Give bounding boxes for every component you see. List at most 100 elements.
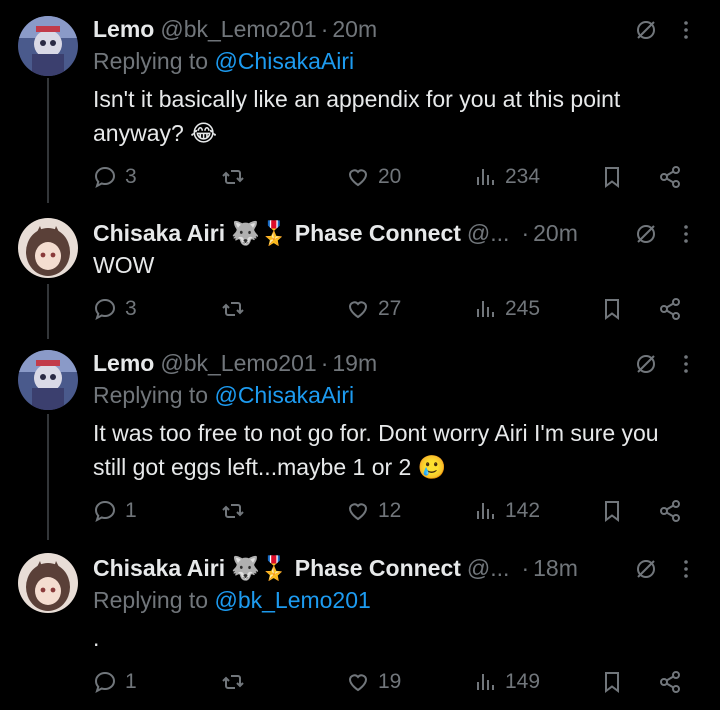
display-name[interactable]: Lemo — [93, 350, 154, 377]
bookmark-button[interactable] — [600, 294, 624, 324]
replying-label: Replying to — [93, 587, 209, 613]
user-handle[interactable]: @... — [467, 220, 510, 247]
more-icon[interactable] — [674, 352, 698, 376]
retweet-button[interactable] — [221, 162, 253, 192]
like-count: 20 — [378, 165, 402, 188]
lemo-avatar-image — [18, 16, 78, 76]
separator-dot: · — [521, 554, 530, 581]
thread-line — [47, 284, 49, 339]
name-badges: 🐺🎖️ Phase Connect — [231, 554, 461, 581]
views-icon — [477, 503, 494, 519]
user-handle[interactable]: @bk_Lemo201 — [160, 350, 316, 377]
reply-count: 1 — [125, 499, 137, 522]
like-button[interactable]: 19 — [346, 667, 401, 697]
share-icon — [660, 671, 680, 693]
timeline: Lemo @bk_Lemo201 · 20m Replying to @Chis… — [0, 0, 720, 710]
chisaka-airi-avatar-image — [18, 218, 78, 278]
reply-icon — [94, 166, 116, 189]
reply-count: 3 — [125, 165, 137, 188]
separator-dot: · — [320, 349, 329, 376]
share-button[interactable] — [658, 162, 682, 192]
tweet-header: Chisaka Airi 🐺🎖️ Phase Connect @... · 18… — [93, 553, 710, 583]
lemo-avatar-image — [18, 350, 78, 410]
tweet-header: Lemo @bk_Lemo201 · 20m — [93, 14, 710, 44]
mention-link[interactable]: @ChisakaAiri — [214, 382, 354, 408]
avatar[interactable] — [18, 350, 78, 410]
grok-icon[interactable] — [634, 222, 658, 246]
reply-button[interactable]: 1 — [93, 667, 137, 697]
views-button[interactable]: 149 — [473, 667, 540, 697]
like-icon — [348, 674, 368, 692]
grok-icon[interactable] — [634, 557, 658, 581]
view-count: 142 — [505, 499, 541, 522]
separator-dot: · — [320, 15, 329, 42]
replying-to: Replying to @ChisakaAiri — [93, 48, 354, 75]
like-count: 12 — [378, 499, 402, 522]
action-bar: 1 19 149 — [93, 667, 720, 697]
mention-link[interactable]: @bk_Lemo201 — [214, 587, 370, 613]
retweet-button[interactable] — [221, 667, 253, 697]
more-icon[interactable] — [674, 222, 698, 246]
like-button[interactable]: 27 — [346, 294, 401, 324]
like-count: 19 — [378, 670, 402, 693]
action-bar: 1 12 142 — [93, 496, 720, 526]
bookmark-button[interactable] — [600, 496, 624, 526]
views-button[interactable]: 245 — [473, 294, 540, 324]
retweet-icon — [222, 504, 244, 518]
views-button[interactable]: 142 — [473, 496, 540, 526]
display-name[interactable]: Chisaka Airi — [93, 555, 225, 582]
reply-icon — [94, 500, 116, 523]
bookmark-button[interactable] — [600, 667, 624, 697]
reply-icon — [94, 298, 116, 321]
views-button[interactable]: 234 — [473, 162, 540, 192]
mention-link[interactable]: @ChisakaAiri — [214, 48, 354, 74]
avatar[interactable] — [18, 16, 78, 76]
user-handle[interactable]: @... — [467, 555, 510, 582]
bookmark-icon — [605, 672, 619, 693]
avatar[interactable] — [18, 553, 78, 613]
more-icon[interactable] — [674, 18, 698, 42]
tweet-text: . — [93, 625, 100, 651]
share-button[interactable] — [658, 294, 682, 324]
grok-icon[interactable] — [634, 352, 658, 376]
display-name[interactable]: Lemo — [93, 16, 154, 43]
reply-button[interactable]: 3 — [93, 294, 137, 324]
reply-icon — [94, 671, 116, 694]
views-icon — [477, 674, 494, 690]
action-bar: 3 27 245 — [93, 294, 720, 324]
chisaka-airi-avatar-image — [18, 553, 78, 613]
thread-line — [47, 414, 49, 540]
tweet-header: Lemo @bk_Lemo201 · 19m — [93, 348, 710, 378]
reply-button[interactable]: 1 — [93, 496, 137, 526]
share-button[interactable] — [658, 667, 682, 697]
bookmark-button[interactable] — [600, 162, 624, 192]
like-icon — [348, 503, 368, 521]
timestamp[interactable]: 20m — [533, 220, 578, 247]
grok-icon[interactable] — [634, 18, 658, 42]
retweet-icon — [222, 170, 244, 184]
replying-to: Replying to @bk_Lemo201 — [93, 587, 371, 614]
bookmark-icon — [605, 299, 619, 320]
user-handle[interactable]: @bk_Lemo201 — [160, 16, 316, 43]
display-name[interactable]: Chisaka Airi — [93, 220, 225, 247]
like-button[interactable]: 20 — [346, 162, 401, 192]
name-badges: 🐺🎖️ Phase Connect — [231, 219, 461, 246]
tweet-text: It was too free to not go for. Dont worr… — [93, 420, 659, 480]
retweet-icon — [222, 675, 244, 689]
retweet-button[interactable] — [221, 496, 253, 526]
tweet-text: Isn't it basically like an appendix for … — [93, 86, 621, 146]
reply-count: 3 — [125, 297, 137, 320]
retweet-icon — [222, 302, 244, 316]
retweet-button[interactable] — [221, 294, 253, 324]
timestamp[interactable]: 20m — [332, 16, 377, 43]
avatar[interactable] — [18, 218, 78, 278]
tweet-header: Chisaka Airi 🐺🎖️ Phase Connect @... · 20… — [93, 218, 710, 248]
timestamp[interactable]: 18m — [533, 555, 578, 582]
like-button[interactable]: 12 — [346, 496, 401, 526]
timestamp[interactable]: 19m — [332, 350, 377, 377]
like-icon — [348, 169, 368, 187]
more-icon[interactable] — [674, 557, 698, 581]
share-button[interactable] — [658, 496, 682, 526]
replying-label: Replying to — [93, 48, 209, 74]
reply-button[interactable]: 3 — [93, 162, 137, 192]
